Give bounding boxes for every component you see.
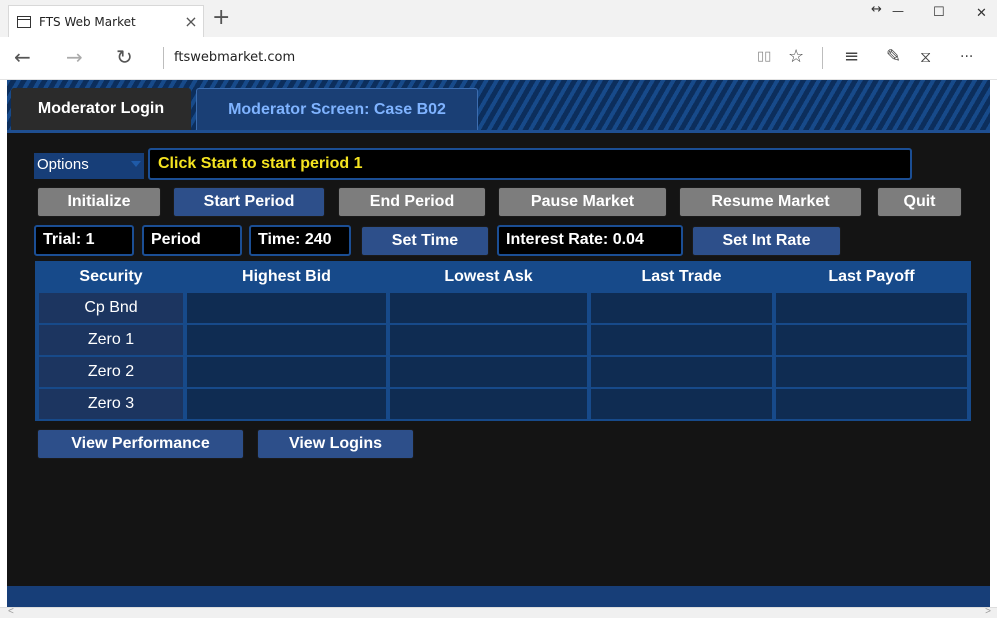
table-row: Cp Bnd <box>39 293 967 323</box>
table-row: Zero 2 <box>39 357 967 387</box>
back-icon[interactable]: ← <box>14 46 31 68</box>
toolbar-divider <box>822 47 823 69</box>
column-header-last-payoff: Last Payoff <box>776 263 967 291</box>
security-cell: Zero 2 <box>39 357 183 387</box>
table-row: Zero 3 <box>39 389 967 419</box>
forward-icon[interactable]: → <box>66 46 83 68</box>
market-table: Security Highest Bid Lowest Ask Last Tra… <box>35 261 971 421</box>
security-cell: Zero 3 <box>39 389 183 419</box>
table-header-row: Security Highest Bid Lowest Ask Last Tra… <box>39 263 967 291</box>
browser-tab-title: FTS Web Market <box>39 14 136 29</box>
lowest-ask-cell <box>390 389 587 419</box>
view-performance-button[interactable]: View Performance <box>37 429 244 459</box>
scroll-left-icon[interactable]: < <box>8 606 14 617</box>
header-border <box>7 130 990 133</box>
lowest-ask-cell <box>390 357 587 387</box>
highest-bid-cell <box>187 389 386 419</box>
tab-moderator-login[interactable]: Moderator Login <box>11 88 191 130</box>
page-icon <box>17 15 31 28</box>
end-period-button[interactable]: End Period <box>338 187 486 217</box>
scroll-right-icon[interactable]: > <box>985 606 991 617</box>
set-time-button[interactable]: Set Time <box>361 226 489 256</box>
tab-moderator-screen[interactable]: Moderator Screen: Case B02 <box>196 88 478 130</box>
chevron-down-icon <box>131 161 141 167</box>
new-tab-icon[interactable]: + <box>212 6 230 30</box>
reading-view-icon[interactable]: ▯▯ <box>757 46 771 68</box>
highest-bid-cell <box>187 357 386 387</box>
lowest-ask-cell <box>390 293 587 323</box>
options-dropdown[interactable]: Options <box>34 153 144 179</box>
highest-bid-cell <box>187 325 386 355</box>
browser-tab[interactable]: FTS Web Market × <box>8 5 204 37</box>
trial-field: Trial: 1 <box>34 225 134 256</box>
period-field: Period <box>142 225 242 256</box>
url-field[interactable]: ftswebmarket.com <box>174 50 295 65</box>
start-period-button[interactable]: Start Period <box>173 187 325 217</box>
lowest-ask-cell <box>390 325 587 355</box>
highest-bid-cell <box>187 293 386 323</box>
status-message: Click Start to start period 1 <box>148 148 912 180</box>
last-payoff-cell <box>776 293 967 323</box>
page-footer-bar <box>7 586 990 607</box>
restore-icon[interactable]: ↔ <box>871 2 882 17</box>
browser-tab-bar: FTS Web Market × + ↔ — ☐ ✕ <box>0 0 997 37</box>
share-icon[interactable]: ⧖ <box>920 46 931 68</box>
table-row: Zero 1 <box>39 325 967 355</box>
column-header-lowest-ask: Lowest Ask <box>390 263 587 291</box>
last-trade-cell <box>591 357 772 387</box>
pause-market-button[interactable]: Pause Market <box>498 187 667 217</box>
maximize-icon[interactable]: ☐ <box>933 5 945 20</box>
address-divider <box>163 47 164 69</box>
last-payoff-cell <box>776 325 967 355</box>
time-field: Time: 240 <box>249 225 351 256</box>
quit-button[interactable]: Quit <box>877 187 962 217</box>
more-icon[interactable]: ··· <box>960 46 973 68</box>
interest-rate-field: Interest Rate: 0.04 <box>497 225 683 256</box>
close-tab-icon[interactable]: × <box>179 12 203 31</box>
column-header-last-trade: Last Trade <box>591 263 772 291</box>
refresh-icon[interactable]: ↻ <box>116 46 133 68</box>
minimize-icon[interactable]: — <box>892 4 904 18</box>
security-cell: Cp Bnd <box>39 293 183 323</box>
last-payoff-cell <box>776 357 967 387</box>
hub-icon[interactable]: ≡ <box>844 46 859 68</box>
horizontal-scrollbar[interactable]: < > <box>0 606 997 618</box>
close-window-icon[interactable]: ✕ <box>976 6 987 21</box>
security-cell: Zero 1 <box>39 325 183 355</box>
resume-market-button[interactable]: Resume Market <box>679 187 862 217</box>
set-int-rate-button[interactable]: Set Int Rate <box>692 226 841 256</box>
address-bar: ← → ↻ ftswebmarket.com ▯▯ ☆ ≡ ✎ ⧖ ··· <box>0 37 997 80</box>
initialize-button[interactable]: Initialize <box>37 187 161 217</box>
web-note-icon[interactable]: ✎ <box>886 46 901 68</box>
column-header-highest-bid: Highest Bid <box>187 263 386 291</box>
column-header-security: Security <box>39 263 183 291</box>
view-logins-button[interactable]: View Logins <box>257 429 414 459</box>
last-trade-cell <box>591 325 772 355</box>
last-payoff-cell <box>776 389 967 419</box>
favorite-star-icon[interactable]: ☆ <box>788 46 804 68</box>
last-trade-cell <box>591 389 772 419</box>
page-viewport: Moderator Login Moderator Screen: Case B… <box>7 80 990 607</box>
options-label: Options <box>37 156 89 173</box>
last-trade-cell <box>591 293 772 323</box>
